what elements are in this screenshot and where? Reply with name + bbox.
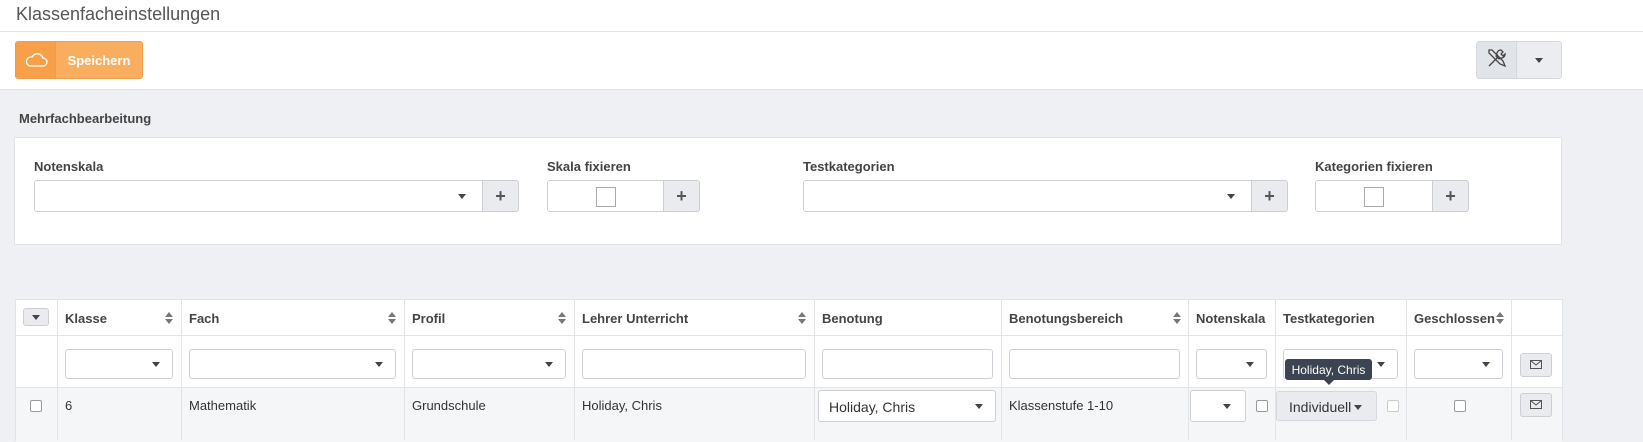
filter-profil-select[interactable]: [412, 349, 566, 379]
cell-benotungsbereich: Klassenstufe 1-10: [1009, 398, 1114, 413]
tools-button[interactable]: [1477, 42, 1517, 78]
chevron-down-icon: [375, 362, 383, 367]
column-header-klasse[interactable]: Klasse: [65, 311, 107, 326]
filter-benotungsbereich-input[interactable]: [1009, 349, 1180, 379]
cell-fach: Mathematik: [189, 398, 257, 413]
testkategorien-dropdown-button[interactable]: Individuell: [1276, 391, 1377, 421]
notenskala-row-select[interactable]: [1190, 390, 1246, 422]
row-mail-button[interactable]: [1520, 393, 1552, 417]
column-header-benotung[interactable]: Benotung: [822, 311, 883, 326]
title-bar: Klassenfacheinstellungen: [0, 0, 1643, 32]
kategorien-fixieren-checkbox[interactable]: [1364, 187, 1384, 207]
tooltip: Holiday, Chris: [1285, 359, 1372, 385]
sort-icon[interactable]: [388, 312, 396, 324]
skala-fixieren-field: [547, 180, 664, 212]
sort-icon[interactable]: [1496, 312, 1504, 324]
testkategorien-label: Testkategorien: [803, 159, 895, 174]
kategorien-fixieren-add-button[interactable]: +: [1433, 180, 1469, 212]
benotung-value: Holiday, Chris: [829, 399, 916, 415]
testkategorien-value: Individuell: [1289, 399, 1352, 415]
kategorien-fixieren-field: [1315, 180, 1433, 212]
column-header-testkategorien[interactable]: Testkategorien: [1283, 311, 1375, 326]
chevron-down-icon: [458, 194, 466, 199]
column-header-benotungsbereich[interactable]: Benotungsbereich: [1009, 311, 1123, 326]
sort-icon[interactable]: [165, 312, 173, 324]
notenskala-add-button[interactable]: +: [483, 180, 519, 212]
chevron-down-icon: [1377, 362, 1385, 367]
column-header-profil[interactable]: Profil: [412, 311, 445, 326]
sort-icon[interactable]: [1173, 312, 1181, 324]
filter-geschlossen-select[interactable]: [1414, 349, 1503, 379]
page-title: Klassenfacheinstellungen: [16, 4, 221, 24]
chevron-down-icon: [545, 362, 553, 367]
sort-icon[interactable]: [558, 312, 566, 324]
geschlossen-checkbox[interactable]: [1454, 400, 1466, 412]
kategorien-fixieren-label: Kategorien fixieren: [1315, 159, 1433, 174]
save-button[interactable]: Speichern: [15, 41, 143, 79]
toolbar: Speichern: [0, 32, 1643, 90]
testkategorien-fix-checkbox[interactable]: [1387, 400, 1399, 412]
cloud-icon: [16, 42, 56, 78]
save-button-label: Speichern: [67, 52, 131, 68]
envelope-icon: [1530, 356, 1542, 374]
row-select-checkbox[interactable]: [30, 400, 42, 412]
tools-dropdown-toggle[interactable]: [1517, 42, 1561, 78]
sort-icon[interactable]: [798, 312, 806, 324]
chevron-down-icon: [1535, 57, 1543, 63]
notenskala-label: Notenskala: [34, 159, 104, 174]
benotung-select[interactable]: Holiday, Chris: [818, 390, 996, 422]
notenskala-fix-checkbox[interactable]: [1256, 400, 1268, 412]
column-header-lehrer[interactable]: Lehrer Unterricht: [582, 311, 688, 326]
filter-lehrer-input[interactable]: [582, 349, 806, 379]
chevron-down-icon: [1223, 404, 1231, 409]
chevron-down-icon: [1227, 194, 1235, 199]
cell-klasse: 6: [65, 398, 73, 413]
notenskala-select[interactable]: [34, 180, 483, 212]
class-subject-table: Klasse Fach Profil Lehrer Unterricht Ben…: [15, 299, 1563, 442]
skala-fixieren-label: Skala fixieren: [547, 159, 631, 174]
testkategorien-add-button[interactable]: +: [1252, 180, 1288, 212]
wrench-screwdriver-icon: [1486, 47, 1508, 74]
filter-benotung-input[interactable]: [822, 349, 993, 379]
chevron-down-icon: [152, 362, 160, 367]
chevron-down-icon: [1354, 405, 1362, 410]
testkategorien-select[interactable]: [803, 180, 1252, 212]
filter-notenskala-select[interactable]: [1196, 349, 1267, 379]
bulk-mail-button[interactable]: [1520, 353, 1552, 377]
skala-fixieren-add-button[interactable]: +: [664, 180, 700, 212]
bulk-edit-panel: Notenskala + Skala fixieren + Testkatego…: [14, 137, 1562, 245]
column-header-fach[interactable]: Fach: [189, 311, 219, 326]
envelope-icon: [1530, 396, 1542, 414]
tools-button-group: [1476, 41, 1562, 79]
cell-lehrer: Holiday, Chris: [582, 398, 662, 413]
filter-klasse-select[interactable]: [65, 349, 173, 379]
select-all-dropdown[interactable]: [23, 308, 49, 326]
chevron-down-icon: [975, 404, 983, 409]
column-header-notenskala[interactable]: Notenskala: [1196, 311, 1265, 326]
chevron-down-icon: [32, 314, 40, 320]
chevron-down-icon: [1482, 362, 1490, 367]
bulk-edit-title: Mehrfachbearbeitung: [19, 111, 152, 126]
chevron-down-icon: [1246, 362, 1254, 367]
cell-profil: Grundschule: [412, 398, 486, 413]
filter-fach-select[interactable]: [189, 349, 396, 379]
column-header-geschlossen[interactable]: Geschlossen: [1414, 311, 1495, 326]
skala-fixieren-checkbox[interactable]: [596, 187, 616, 207]
